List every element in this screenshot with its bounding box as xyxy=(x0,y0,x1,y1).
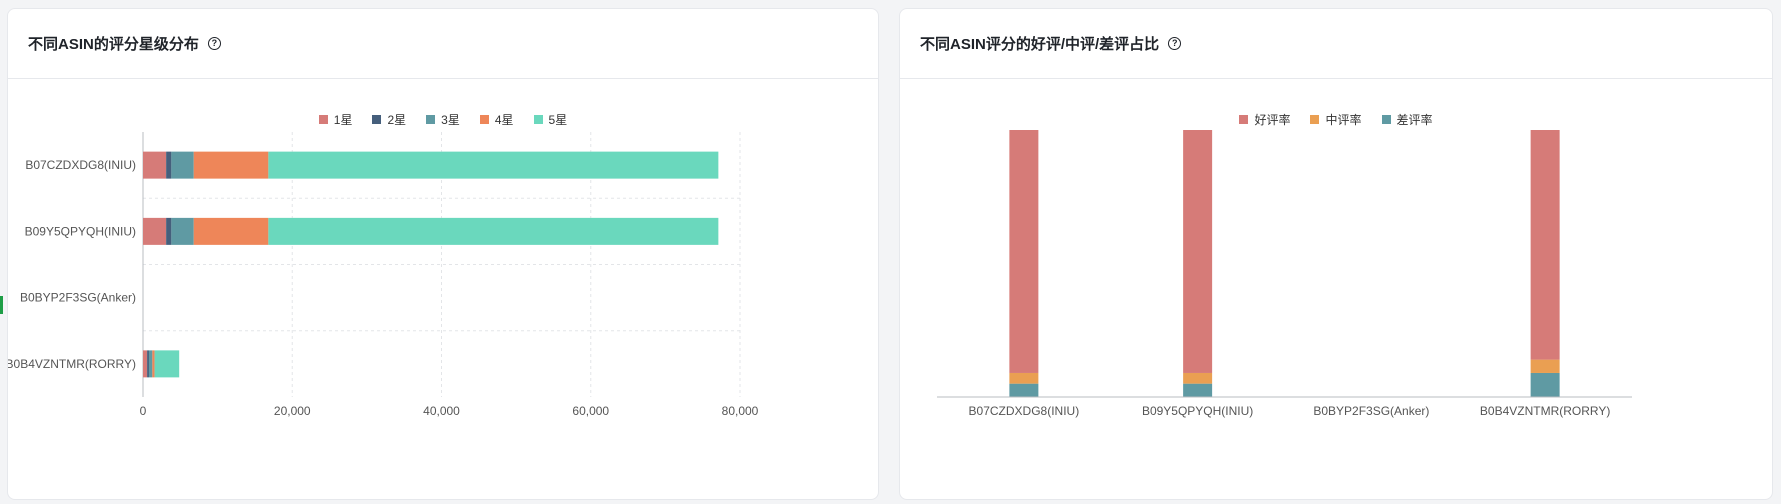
y-tick-label: B09Y5QPYQH(INIU) xyxy=(25,224,136,238)
bar-segment-b0b4vzntmr-rorry-2星 xyxy=(147,350,149,378)
y-tick-label: B0BYP2F3SG(Anker) xyxy=(20,291,136,305)
bar-segment-b09y5qpyqh-iniu-差评率 xyxy=(1183,383,1213,397)
x-tick-label: 0 xyxy=(140,404,147,418)
bar-segment-b07czdxdg8-iniu-好评率 xyxy=(1009,130,1039,373)
bar-segment-b09y5qpyqh-iniu-3星 xyxy=(171,217,194,245)
bar-segment-b0b4vzntmr-rorry-1星 xyxy=(143,350,148,378)
bar-segment-b09y5qpyqh-iniu-中评率 xyxy=(1183,372,1213,384)
star-distribution-card: 不同ASIN的评分星级分布 ? 1星 2星 3星 4星 5星 0 20,000 40,000… xyxy=(7,8,879,500)
bar-segment-b07czdxdg8-iniu-5星 xyxy=(268,151,719,179)
x-tick-label: B0B4VZNTMR(RORRY) xyxy=(1480,404,1610,418)
card-header: 不同ASIN的评分星级分布 ? xyxy=(8,9,878,79)
x-tick-label: 20,000 xyxy=(274,404,311,418)
bar-segment-b07czdxdg8-iniu-3星 xyxy=(171,151,194,179)
bar-segment-b09y5qpyqh-iniu-2星 xyxy=(166,217,172,245)
bar-segment-b09y5qpyqh-iniu-5星 xyxy=(268,217,719,245)
bar-segment-b09y5qpyqh-iniu-4星 xyxy=(193,217,269,245)
x-tick-label: B0BYP2F3SG(Anker) xyxy=(1313,404,1429,418)
bar-segment-b09y5qpyqh-iniu-好评率 xyxy=(1183,130,1213,373)
bar-segment-b07czdxdg8-iniu-2星 xyxy=(166,151,172,179)
bar-segment-b0b4vzntmr-rorry-差评率 xyxy=(1530,372,1560,397)
question-circle-icon[interactable]: ? xyxy=(207,37,221,50)
bar-segment-b0b4vzntmr-rorry-5星 xyxy=(154,350,180,378)
x-tick-label: 80,000 xyxy=(722,404,759,418)
page-edge-marker xyxy=(0,296,3,314)
sentiment-share-chart: B07CZDXDG8(INIU) B09Y5QPYQH(INIU) B0BYP2F3… xyxy=(937,130,1632,418)
card-header: 不同ASIN评分的好评/中评/差评占比 ? xyxy=(900,9,1772,79)
bar-segment-b07czdxdg8-iniu-中评率 xyxy=(1009,372,1039,384)
question-circle-icon[interactable]: ? xyxy=(1168,37,1182,50)
star-distribution-chart-area: 1星 2星 3星 4星 5星 0 20,000 40,000 60,000 80,000 B07C… xyxy=(8,79,878,499)
bar-segment-b07czdxdg8-iniu-差评率 xyxy=(1009,383,1039,397)
bar-segment-b09y5qpyqh-iniu-1星 xyxy=(143,217,167,245)
sentiment-share-card: 不同ASIN评分的好评/中评/差评占比 ? 好评率 中评率 差评率 B07CZDXD… xyxy=(899,8,1773,500)
bar-segment-b07czdxdg8-iniu-4星 xyxy=(193,151,269,179)
y-tick-label: B07CZDXDG8(INIU) xyxy=(25,158,136,172)
sentiment-share-title: 不同ASIN评分的好评/中评/差评占比 xyxy=(920,36,1160,53)
bar-segment-b0b4vzntmr-rorry-4星 xyxy=(152,350,155,378)
bar-segment-b0b4vzntmr-rorry-好评率 xyxy=(1530,130,1560,360)
star-distribution-title: 不同ASIN的评分星级分布 xyxy=(28,36,199,53)
bar-segment-b0b4vzntmr-rorry-中评率 xyxy=(1530,359,1560,373)
y-tick-label: B0B4VZNTMR(RORRY) xyxy=(8,357,136,371)
sentiment-share-chart-area: 好评率 中评率 差评率 B07CZDXDG8(INIU) B09Y5QPYQH(INI… xyxy=(900,79,1772,499)
x-tick-label: 60,000 xyxy=(572,404,609,418)
star-distribution-chart: 0 20,000 40,000 60,000 80,000 B07CZDXDG8(INIU… xyxy=(8,132,759,418)
x-tick-label: B09Y5QPYQH(INIU) xyxy=(1142,404,1253,418)
bar-segment-b07czdxdg8-iniu-1星 xyxy=(143,151,167,179)
x-tick-label: B07CZDXDG8(INIU) xyxy=(969,404,1080,418)
bar-segment-b0b4vzntmr-rorry-3星 xyxy=(148,350,153,378)
x-tick-label: 40,000 xyxy=(423,404,460,418)
